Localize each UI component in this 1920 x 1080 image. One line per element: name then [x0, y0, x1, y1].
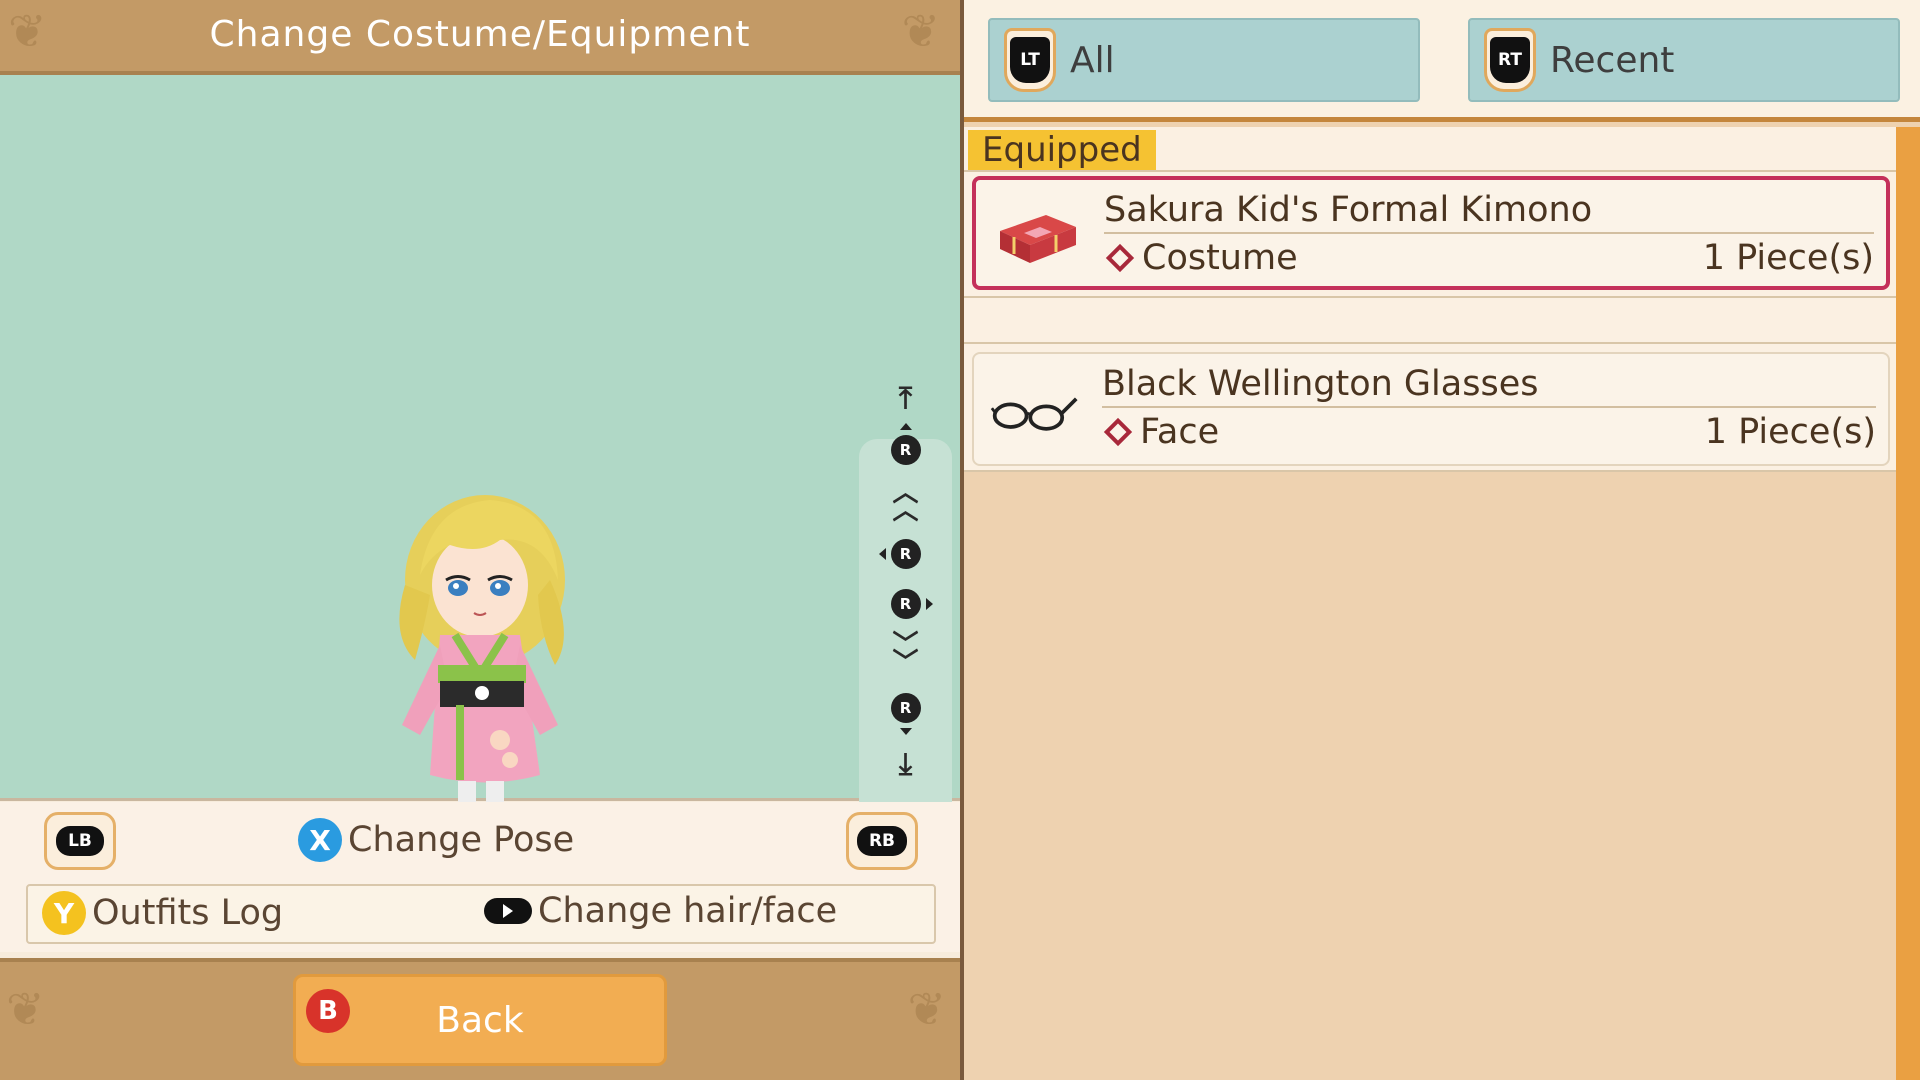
- list-item[interactable]: Sakura Kid's Formal Kimono Costume 1 Pie…: [972, 176, 1890, 290]
- b-button-icon: B: [306, 989, 350, 1033]
- item-count: 1 Piece(s): [1702, 238, 1874, 278]
- tab-all[interactable]: LT All: [988, 18, 1420, 102]
- tab-label: Recent: [1550, 39, 1675, 81]
- change-pose-label: Change Pose: [348, 820, 575, 860]
- character-model[interactable]: [390, 485, 580, 845]
- title-bar: ❦ Change Costume/Equipment ❦: [0, 0, 960, 75]
- character-preview-panel: ❦ Change Costume/Equipment ❦ ⤒ R ︿ ︿ R R…: [0, 0, 960, 1080]
- item-divider: [1102, 406, 1876, 408]
- divider: [964, 470, 1896, 472]
- outfits-log-button[interactable]: Y Outfits Log: [42, 891, 283, 935]
- change-hair-face-button[interactable]: Change hair/face: [484, 891, 837, 931]
- r-stick-icon: R: [890, 539, 921, 569]
- lt-trigger-icon: LT: [1004, 28, 1056, 92]
- page-title: Change Costume/Equipment: [209, 14, 751, 55]
- camera-down-button[interactable]: R: [859, 686, 952, 735]
- filter-tab-bar: LT All RT Recent: [964, 0, 1920, 122]
- item-name: Sakura Kid's Formal Kimono: [1104, 190, 1593, 230]
- item-count: 1 Piece(s): [1704, 412, 1876, 452]
- camera-up-button[interactable]: R: [859, 423, 952, 472]
- camera-left-button[interactable]: R: [859, 532, 952, 576]
- ornament-icon: ❦: [6, 982, 45, 1036]
- zoom-in-icon[interactable]: ︿ ︿: [859, 480, 952, 524]
- outfits-log-label: Outfits Log: [92, 893, 284, 933]
- item-type: Face: [1102, 412, 1219, 452]
- ornament-icon: ❦: [901, 4, 940, 58]
- item-type-label: Costume: [1142, 238, 1298, 278]
- zoom-max-in-icon[interactable]: ⤒: [859, 376, 952, 420]
- divider: [964, 170, 1896, 172]
- scrollbar[interactable]: [1896, 127, 1920, 1080]
- camera-right-button[interactable]: R: [859, 582, 952, 626]
- r-stick-icon: R: [890, 693, 921, 723]
- rb-label: RB: [856, 826, 908, 856]
- tab-recent[interactable]: RT Recent: [1468, 18, 1900, 102]
- equipped-section-label: Equipped: [968, 130, 1156, 170]
- x-button-icon: X: [298, 818, 342, 862]
- lb-button[interactable]: LB: [44, 812, 116, 870]
- back-label: Back: [436, 999, 524, 1041]
- tab-label: All: [1070, 39, 1115, 81]
- item-type-label: Face: [1140, 412, 1220, 452]
- glasses-icon: [990, 374, 1080, 448]
- r-stick-icon: R: [890, 589, 921, 619]
- divider: [964, 296, 1896, 298]
- item-type: Costume: [1104, 238, 1298, 278]
- list-item[interactable]: Black Wellington Glasses Face 1 Piece(s): [972, 352, 1890, 466]
- right-stick-icon: [484, 898, 532, 924]
- y-button-icon: Y: [42, 891, 86, 935]
- zoom-out-icon[interactable]: ﹀ ﹀: [859, 632, 952, 676]
- kimono-box-icon: [992, 200, 1082, 274]
- zoom-max-out-icon[interactable]: ⤓: [859, 742, 952, 786]
- divider: [964, 342, 1896, 344]
- ornament-icon: ❦: [907, 982, 946, 1036]
- diamond-icon: [1103, 417, 1133, 447]
- item-list-panel: LT All RT Recent Equipped Sakura Kid's F…: [960, 0, 1920, 1080]
- diamond-icon: [1105, 243, 1135, 273]
- character-viewport[interactable]: [0, 75, 960, 869]
- r-stick-icon: R: [890, 435, 921, 465]
- rb-button[interactable]: RB: [846, 812, 918, 870]
- change-hair-face-label: Change hair/face: [538, 891, 838, 931]
- back-button[interactable]: B Back: [293, 974, 667, 1066]
- rt-trigger-icon: RT: [1484, 28, 1536, 92]
- item-name: Black Wellington Glasses: [1102, 364, 1539, 404]
- lb-label: LB: [56, 826, 104, 856]
- change-pose-button[interactable]: X Change Pose: [298, 818, 574, 862]
- item-divider: [1104, 232, 1874, 234]
